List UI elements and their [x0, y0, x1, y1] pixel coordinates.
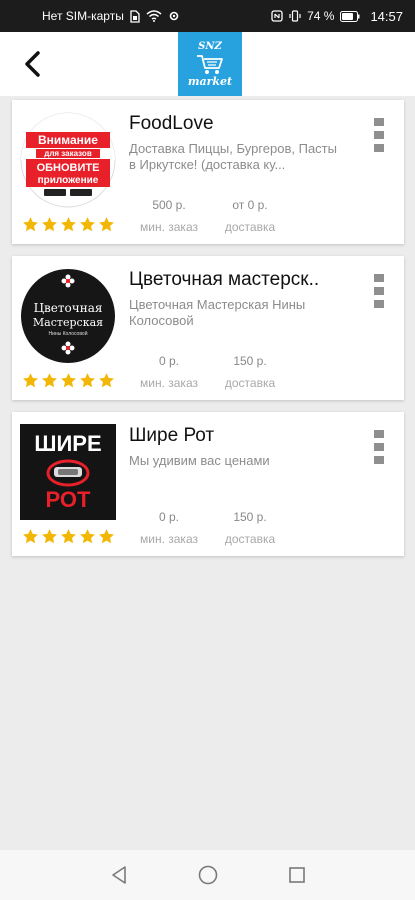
star-icon: [99, 529, 114, 544]
store-thumbnail: Внимание для заказов ОБНОВИТЕ приложение: [20, 112, 116, 208]
thumb-text-2: РОТ: [46, 487, 91, 512]
battery-percent: 74 %: [307, 9, 335, 23]
rating-stars: [22, 372, 115, 389]
arrow-left-icon: [25, 51, 40, 77]
store-card-foodlove[interactable]: Внимание для заказов ОБНОВИТЕ приложение…: [12, 100, 404, 244]
app-logo: SNZ market: [178, 32, 242, 96]
vibrate-icon: [289, 10, 301, 22]
square-recent-icon[interactable]: [285, 863, 309, 887]
thumb-text-2: Мастерская: [33, 316, 103, 329]
back-button[interactable]: [10, 44, 54, 84]
min-order: 500 р. мин. заказ: [129, 198, 209, 235]
settings-gear-icon: [168, 10, 180, 22]
system-nav-bar: [0, 850, 415, 900]
delivery: 150 р. доставка: [215, 510, 285, 547]
thumb-text-1: ШИРЕ: [34, 431, 101, 456]
delivery-label: доставка: [224, 220, 276, 234]
star-icon: [42, 529, 57, 544]
min-order-label: мин. заказ: [140, 532, 198, 546]
star-icon: [80, 373, 95, 388]
star-icon: [23, 373, 38, 388]
thumb-text-4: приложение: [38, 175, 99, 186]
store-name: Цветочная мастерск..: [129, 269, 320, 290]
rating-stars: [22, 528, 115, 545]
thumb-text-1: Внимание: [38, 133, 98, 147]
min-order: 0 р. мин. заказ: [129, 354, 209, 391]
triangle-back-icon[interactable]: [107, 863, 131, 887]
star-icon: [80, 529, 95, 544]
star-icon: [99, 373, 114, 388]
store-description: Мы удивим вас ценами: [129, 453, 270, 468]
store-thumbnail: ШИРЕ РОТ: [20, 424, 116, 520]
store-card-shire-rot[interactable]: ШИРЕ РОТ Шире Рот Мы удивим вас ценами 0…: [12, 412, 404, 556]
delivery: от 0 р. доставка: [215, 198, 285, 235]
thumb-text-3: Нины Колосовой: [49, 330, 88, 337]
min-order-value: 0 р.: [158, 510, 179, 524]
more-vert-icon[interactable]: [372, 118, 386, 152]
star-icon: [61, 373, 76, 388]
star-icon: [61, 529, 76, 544]
thumb-text-3: ОБНОВИТЕ: [37, 162, 100, 174]
delivery: 150 р. доставка: [215, 354, 285, 391]
delivery-value: 150 р.: [233, 354, 267, 368]
delivery-label: доставка: [224, 532, 276, 546]
star-icon: [42, 373, 57, 388]
thumb-text-2: для заказов: [44, 149, 92, 158]
status-bar: Нет SIM-карты 74 % 14:57: [0, 0, 415, 32]
nfc-icon: [271, 10, 283, 22]
sim-icon: [130, 9, 140, 23]
basket-icon: [197, 54, 223, 74]
star-icon: [42, 217, 57, 232]
store-thumbnail: Цветочная Мастерская Нины Колосовой: [21, 269, 115, 363]
delivery-value: от 0 р.: [232, 198, 268, 212]
store-card-flower-workshop[interactable]: Цветочная Мастерская Нины Колосовой Цвет…: [12, 256, 404, 400]
star-icon: [23, 217, 38, 232]
app-bar: SNZ market: [0, 32, 415, 96]
store-name: FoodLove: [129, 113, 214, 134]
min-order-value: 500 р.: [152, 198, 186, 212]
star-icon: [80, 217, 95, 232]
store-name: Шире Рот: [129, 425, 215, 446]
clock: 14:57: [370, 8, 403, 24]
logo-text-bottom: market: [187, 74, 233, 88]
rating-stars: [22, 216, 115, 233]
min-order-label: мин. заказ: [140, 376, 198, 390]
star-icon: [99, 217, 114, 232]
store-description: Доставка Пиццы, Бургеров, Пасты в Иркутс…: [129, 141, 337, 172]
min-order-value: 0 р.: [158, 354, 179, 368]
circle-home-icon[interactable]: [196, 863, 220, 887]
more-vert-icon[interactable]: [372, 430, 386, 464]
min-order: 0 р. мин. заказ: [129, 510, 209, 547]
delivery-label: доставка: [224, 376, 276, 390]
min-order-label: мин. заказ: [140, 220, 198, 234]
battery-icon: [340, 10, 360, 22]
star-icon: [61, 217, 76, 232]
delivery-value: 150 р.: [233, 510, 267, 524]
store-description: Цветочная Мастерская Нины Колосовой: [129, 297, 306, 328]
more-vert-icon[interactable]: [372, 274, 386, 308]
logo-text-top: SNZ: [198, 40, 222, 52]
wifi-icon: [146, 10, 162, 22]
thumb-text-1: Цветочная: [34, 301, 103, 315]
star-icon: [23, 529, 38, 544]
carrier-text: Нет SIM-карты: [42, 9, 124, 23]
